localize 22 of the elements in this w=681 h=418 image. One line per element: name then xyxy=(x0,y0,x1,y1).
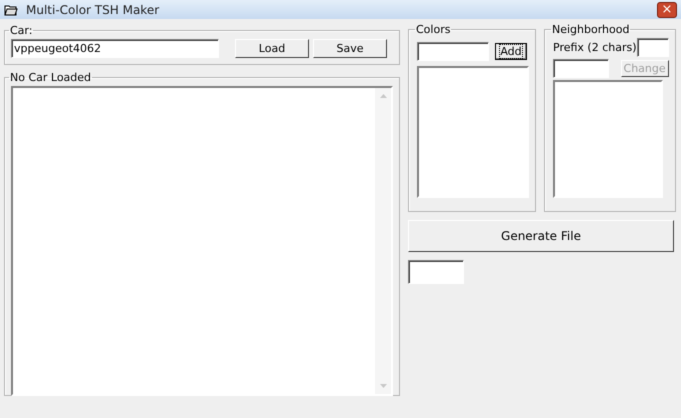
up-arrow-icon xyxy=(380,94,386,98)
input-field[interactable] xyxy=(408,260,464,284)
load-button[interactable]: Load xyxy=(235,39,309,58)
scrollbar[interactable] xyxy=(375,88,391,394)
down-arrow-icon xyxy=(380,384,386,388)
group-label: Car: xyxy=(9,24,34,37)
group-label: No Car Loaded xyxy=(9,71,92,84)
group-label: Colors xyxy=(415,23,452,36)
list-box[interactable] xyxy=(553,80,663,198)
save-button[interactable]: Save xyxy=(313,39,387,58)
window-title: Multi-Color TSH Maker xyxy=(26,2,160,16)
window-icon xyxy=(4,4,18,16)
input-field[interactable] xyxy=(417,42,489,61)
list-box[interactable] xyxy=(417,66,529,198)
input-field[interactable] xyxy=(553,59,609,78)
generate-button[interactable]: Generate File xyxy=(408,220,674,252)
input-field[interactable] xyxy=(636,38,669,57)
prefix-label: Prefix (2 chars) xyxy=(553,41,637,54)
input-field[interactable]: vppeugeot4062 xyxy=(11,39,219,58)
close-button[interactable]: × xyxy=(657,2,677,18)
group-label: Neighborhood xyxy=(551,23,630,36)
add-button[interactable]: Add xyxy=(495,43,527,60)
